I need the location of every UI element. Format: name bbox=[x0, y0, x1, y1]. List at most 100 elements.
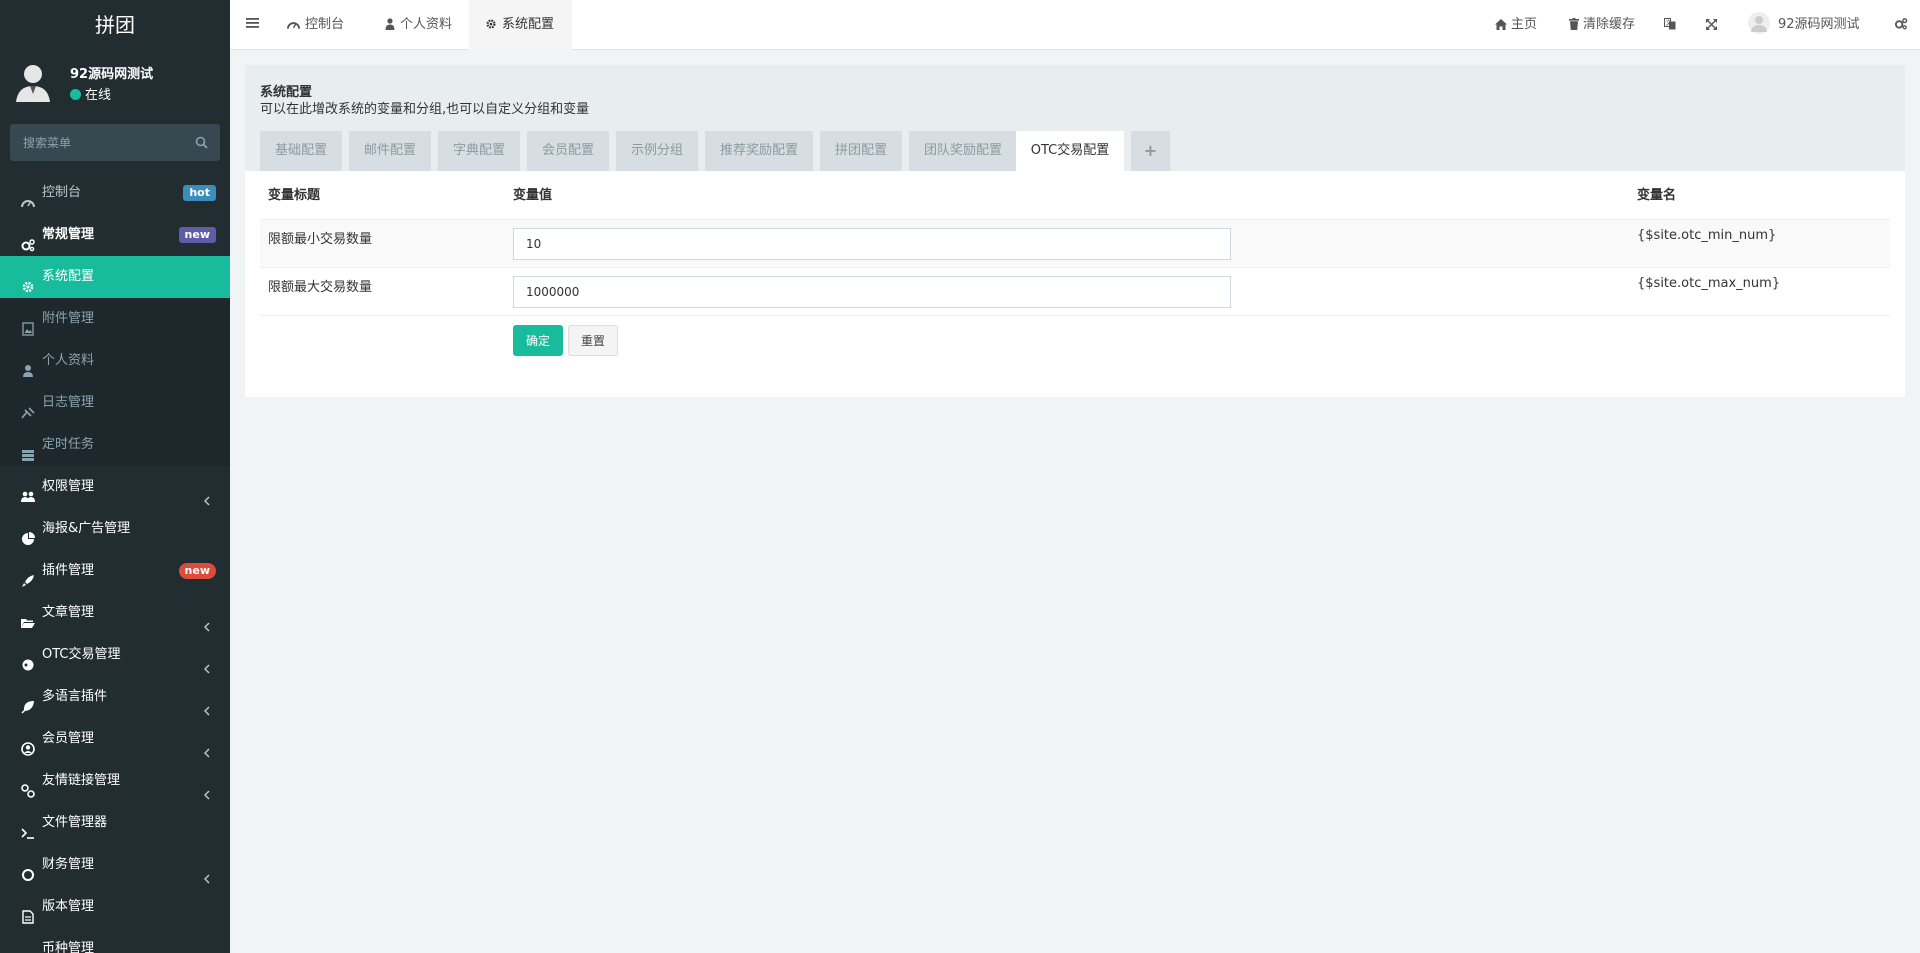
user-status: 在线 bbox=[70, 84, 111, 103]
sidebar-item-poster-ads[interactable]: 海报&广告管理 bbox=[0, 508, 230, 550]
sidebar-item-otc[interactable]: OTC交易管理 bbox=[0, 634, 230, 676]
tab-email-config[interactable]: 邮件配置 bbox=[349, 131, 431, 171]
sidebar-item-articles[interactable]: 文章管理 bbox=[0, 592, 230, 634]
clear-cache-label: 清除缓存 bbox=[1583, 17, 1636, 32]
cogs-icon bbox=[1894, 2, 1908, 52]
sidebar-item-i18n[interactable]: 多语言插件 bbox=[0, 676, 230, 718]
group-icon bbox=[21, 480, 35, 502]
sidebar-item-label: 定时任务 bbox=[42, 437, 95, 452]
trash-icon bbox=[1569, 2, 1579, 52]
new-badge: new bbox=[178, 227, 216, 243]
tab-system-config[interactable]: 系统配置 bbox=[469, 0, 572, 50]
sidebar-item-general[interactable]: 常规管理 new bbox=[0, 214, 230, 256]
circle-icon bbox=[21, 648, 35, 671]
sidebar-item-system-config[interactable]: 系统配置 bbox=[0, 256, 230, 298]
translate-icon: 文 bbox=[1664, 2, 1676, 52]
user-icon bbox=[21, 354, 35, 377]
svg-text:文: 文 bbox=[1666, 19, 1672, 27]
rocket-icon bbox=[21, 564, 35, 587]
sidebar-item-plugins[interactable]: 插件管理 new bbox=[0, 550, 230, 592]
gear-icon bbox=[21, 270, 35, 293]
sidebar-item-attachments[interactable]: 附件管理 bbox=[0, 298, 230, 340]
otc-min-num-input[interactable] bbox=[513, 228, 1231, 260]
fullscreen-button[interactable] bbox=[1706, 0, 1721, 50]
home-icon bbox=[1495, 2, 1507, 52]
config-panel: 系统配置 可以在此增改系统的变量和分组,也可以自定义分组和变量 基础配置 邮件配… bbox=[245, 65, 1905, 397]
sidebar-item-dashboard[interactable]: 控制台 hot bbox=[0, 172, 230, 214]
sidebar-item-label: 币种管理 bbox=[42, 941, 95, 953]
sidebar-item-label: 插件管理 bbox=[42, 563, 95, 578]
sidebar-item-finance[interactable]: 财务管理 bbox=[0, 844, 230, 886]
tab-dictionary-config[interactable]: 字典配置 bbox=[438, 131, 520, 171]
sidebar-item-cron[interactable]: 定时任务 bbox=[0, 424, 230, 466]
tab-basic-config[interactable]: 基础配置 bbox=[260, 131, 342, 171]
tab-label: 个人资料 bbox=[400, 17, 453, 32]
otc-max-num-input[interactable] bbox=[513, 276, 1231, 308]
submit-button[interactable]: 确定 bbox=[513, 325, 563, 356]
form-actions-row: 确定 重置 bbox=[260, 315, 1890, 371]
control-sidebar-button[interactable] bbox=[1894, 0, 1912, 50]
tab-group-buy-config[interactable]: 拼团配置 bbox=[820, 131, 902, 171]
file-image-icon bbox=[21, 312, 35, 336]
language-button[interactable]: 文 bbox=[1664, 0, 1680, 50]
tab-member-config[interactable]: 会员配置 bbox=[527, 131, 609, 171]
sidebar-item-auth[interactable]: 权限管理 bbox=[0, 466, 230, 508]
menu-search bbox=[10, 124, 220, 161]
clear-cache-button[interactable]: 清除缓存 bbox=[1569, 0, 1635, 50]
sidebar-item-versions[interactable]: 版本管理 bbox=[0, 886, 230, 928]
user-name: 92源码网测试 bbox=[70, 67, 154, 82]
sidebar-toggle-icon[interactable] bbox=[246, 17, 259, 33]
sidebar-item-label: 文件管理器 bbox=[42, 815, 108, 830]
tab-profile[interactable]: 个人资料 bbox=[373, 0, 473, 50]
row-variable-name: {$site.otc_min_num} bbox=[1637, 228, 1777, 243]
reset-button[interactable]: 重置 bbox=[568, 325, 618, 356]
sidebar-item-label: 版本管理 bbox=[42, 899, 95, 914]
tab-referral-reward-config[interactable]: 推荐奖励配置 bbox=[705, 131, 813, 171]
app-logo[interactable]: 拼团 bbox=[0, 0, 230, 50]
panel-subtitle: 可以在此增改系统的变量和分组,也可以自定义分组和变量 bbox=[260, 102, 590, 117]
log-icon bbox=[21, 396, 35, 419]
tab-label: 系统配置 bbox=[502, 17, 555, 32]
sidebar-item-label: OTC交易管理 bbox=[42, 647, 121, 662]
menu-search-input[interactable] bbox=[10, 124, 180, 161]
tab-team-reward-config[interactable]: 团队奖励配置 bbox=[909, 131, 1017, 171]
tab-dashboard[interactable]: 控制台 bbox=[275, 0, 365, 50]
tab-example-group[interactable]: 示例分组 bbox=[616, 131, 698, 171]
sidebar-item-label: 会员管理 bbox=[42, 731, 95, 746]
user-menu[interactable]: 92源码网测试 bbox=[1748, 0, 1860, 50]
sidebar-item-logs[interactable]: 日志管理 bbox=[0, 382, 230, 424]
sidebar-item-label: 财务管理 bbox=[42, 857, 95, 872]
add-group-button[interactable]: + bbox=[1131, 131, 1170, 171]
new-badge: new bbox=[178, 563, 216, 579]
search-icon[interactable] bbox=[195, 136, 208, 153]
sidebar-item-label: 日志管理 bbox=[42, 395, 95, 410]
user-circle-icon bbox=[21, 732, 35, 756]
tab-otc-config[interactable]: OTC交易配置 bbox=[1016, 131, 1124, 171]
sidebar-item-label: 权限管理 bbox=[42, 479, 95, 494]
online-dot-icon bbox=[70, 89, 81, 100]
avatar bbox=[10, 58, 56, 104]
sidebar-menu: 控制台 hot 常规管理 new 系统配置 附件管理 个人资料 日志管理 定时任… bbox=[0, 172, 230, 953]
home-link[interactable]: 主页 bbox=[1495, 0, 1537, 50]
sidebar-item-label: 附件管理 bbox=[42, 311, 95, 326]
folder-open-icon bbox=[21, 606, 35, 628]
sidebar-item-profile[interactable]: 个人资料 bbox=[0, 340, 230, 382]
column-header-value: 变量值 bbox=[513, 188, 553, 203]
sidebar-item-members[interactable]: 会员管理 bbox=[0, 718, 230, 760]
sidebar-item-label: 友情链接管理 bbox=[42, 773, 121, 788]
user-icon bbox=[385, 2, 395, 52]
sidebar-item-label: 海报&广告管理 bbox=[42, 521, 131, 536]
sidebar-item-links[interactable]: 友情链接管理 bbox=[0, 760, 230, 802]
column-header-title: 变量标题 bbox=[268, 188, 321, 203]
hot-badge: hot bbox=[183, 185, 216, 201]
pie-chart-icon bbox=[21, 522, 35, 545]
sidebar-item-label: 系统配置 bbox=[42, 269, 95, 284]
cogs-icon bbox=[21, 228, 35, 252]
panel-heading: 系统配置 可以在此增改系统的变量和分组,也可以自定义分组和变量 基础配置 邮件配… bbox=[245, 65, 1905, 171]
tasks-icon bbox=[21, 438, 35, 461]
sidebar-item-file-manager[interactable]: 文件管理器 bbox=[0, 802, 230, 844]
row-title: 限额最大交易数量 bbox=[268, 280, 373, 295]
sidebar-item-label: 个人资料 bbox=[42, 353, 95, 368]
home-label: 主页 bbox=[1511, 17, 1538, 32]
sidebar-item-currency[interactable]: 币种管理 bbox=[0, 928, 230, 953]
